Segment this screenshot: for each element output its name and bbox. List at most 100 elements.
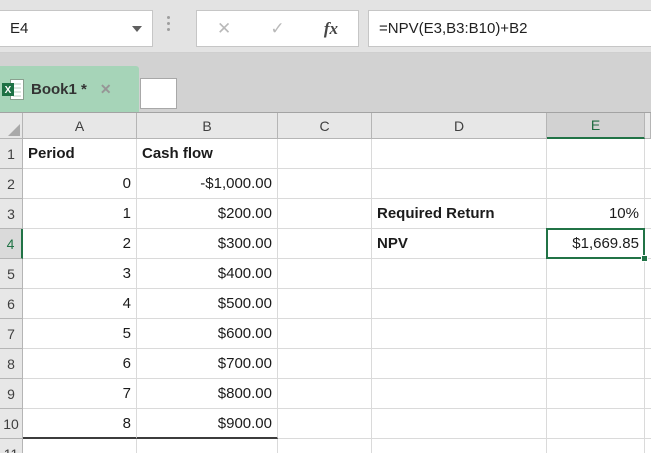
cell-A5[interactable]: 3: [23, 259, 137, 289]
cell-C8[interactable]: [278, 349, 372, 379]
cell-D4[interactable]: NPV: [372, 229, 547, 259]
cell-E7[interactable]: [547, 319, 645, 349]
new-tab-box[interactable]: [140, 78, 177, 109]
cell-B7[interactable]: $600.00: [137, 319, 278, 349]
cell-E1[interactable]: [547, 139, 645, 169]
formula-bar-row: E4 ✕ ✓ fx =NPV(E3,B3:B10)+B2: [0, 0, 651, 52]
cell-A3[interactable]: 1: [23, 199, 137, 229]
cell-A1[interactable]: Period: [23, 139, 137, 169]
active-cell-value: $1,669.85: [572, 235, 639, 252]
cell-D7[interactable]: [372, 319, 547, 349]
row-header-9[interactable]: 9: [0, 379, 23, 409]
cell-A2[interactable]: 0: [23, 169, 137, 199]
cell-A4[interactable]: 2: [23, 229, 137, 259]
cell-E8[interactable]: [547, 349, 645, 379]
workbook-tab[interactable]: X Book1 * ✕: [0, 66, 139, 113]
cell-F2[interactable]: [645, 169, 651, 199]
cell-B2[interactable]: -$1,000.00: [137, 169, 278, 199]
name-box[interactable]: E4: [0, 10, 153, 47]
cell-F10[interactable]: [645, 409, 651, 439]
cell-B3[interactable]: $200.00: [137, 199, 278, 229]
svg-text:X: X: [5, 85, 12, 96]
cell-C2[interactable]: [278, 169, 372, 199]
tab-close-icon[interactable]: ✕: [100, 81, 112, 98]
cell-A10[interactable]: 8: [23, 409, 137, 439]
row-header-6[interactable]: 6: [0, 289, 23, 319]
cell-C6[interactable]: [278, 289, 372, 319]
insert-function-icon[interactable]: fx: [324, 19, 338, 39]
cell-E4-active[interactable]: $1,669.85: [546, 228, 648, 262]
cell-F8[interactable]: [645, 349, 651, 379]
cell-C4[interactable]: [278, 229, 372, 259]
cell-B6[interactable]: $500.00: [137, 289, 278, 319]
cell-D10[interactable]: [372, 409, 547, 439]
row-header-8[interactable]: 8: [0, 349, 23, 379]
cell-E11[interactable]: [547, 439, 645, 453]
select-all-corner[interactable]: [0, 113, 23, 139]
cancel-icon[interactable]: ✕: [217, 19, 231, 39]
row-header-2[interactable]: 2: [0, 169, 23, 199]
row-header-7[interactable]: 7: [0, 319, 23, 349]
column-header-C[interactable]: C: [278, 113, 372, 139]
workbook-tab-title: Book1 *: [31, 81, 87, 98]
row-header-5[interactable]: 5: [0, 259, 23, 289]
cell-F3[interactable]: [645, 199, 651, 229]
cell-A9[interactable]: 7: [23, 379, 137, 409]
cell-E6[interactable]: [547, 289, 645, 319]
cell-B1[interactable]: Cash flow: [137, 139, 278, 169]
fill-handle[interactable]: [641, 255, 648, 262]
cell-B11[interactable]: [137, 439, 278, 453]
column-header-E[interactable]: E: [547, 113, 645, 139]
cell-E9[interactable]: [547, 379, 645, 409]
cell-B5[interactable]: $400.00: [137, 259, 278, 289]
cell-C9[interactable]: [278, 379, 372, 409]
cell-C11[interactable]: [278, 439, 372, 453]
cell-F9[interactable]: [645, 379, 651, 409]
cell-D6[interactable]: [372, 289, 547, 319]
cell-A8[interactable]: 6: [23, 349, 137, 379]
formula-input[interactable]: =NPV(E3,B3:B10)+B2: [368, 10, 651, 47]
excel-window: E4 ✕ ✓ fx =NPV(E3,B3:B10)+B2 X Book1 * ✕…: [0, 0, 651, 453]
formula-text: =NPV(E3,B3:B10)+B2: [379, 20, 528, 37]
cell-C1[interactable]: [278, 139, 372, 169]
cell-A6[interactable]: 4: [23, 289, 137, 319]
column-header-F-sliver[interactable]: [645, 113, 651, 139]
cell-E2[interactable]: [547, 169, 645, 199]
row-header-4[interactable]: 4: [0, 229, 23, 259]
cell-F7[interactable]: [645, 319, 651, 349]
cell-A11[interactable]: [23, 439, 137, 453]
cell-F1[interactable]: [645, 139, 651, 169]
row-header-1[interactable]: 1: [0, 139, 23, 169]
cell-D9[interactable]: [372, 379, 547, 409]
cell-B9[interactable]: $800.00: [137, 379, 278, 409]
cell-B8[interactable]: $700.00: [137, 349, 278, 379]
enter-icon[interactable]: ✓: [270, 19, 284, 39]
cell-B4[interactable]: $300.00: [137, 229, 278, 259]
cell-F11[interactable]: [645, 439, 651, 453]
row-header-3[interactable]: 3: [0, 199, 23, 229]
cell-D1[interactable]: [372, 139, 547, 169]
cell-E3[interactable]: 10%: [547, 199, 645, 229]
cell-E5[interactable]: [547, 259, 645, 289]
cell-C7[interactable]: [278, 319, 372, 349]
cell-A7[interactable]: 5: [23, 319, 137, 349]
cell-D11[interactable]: [372, 439, 547, 453]
cell-D5[interactable]: [372, 259, 547, 289]
column-header-D[interactable]: D: [372, 113, 547, 139]
name-box-dropdown-icon[interactable]: [132, 25, 142, 32]
cell-D3[interactable]: Required Return: [372, 199, 547, 229]
cell-E10[interactable]: [547, 409, 645, 439]
cell-C10[interactable]: [278, 409, 372, 439]
column-header-B[interactable]: B: [137, 113, 278, 139]
row-header-10[interactable]: 10: [0, 409, 23, 439]
cell-F6[interactable]: [645, 289, 651, 319]
cell-D8[interactable]: [372, 349, 547, 379]
cell-C3[interactable]: [278, 199, 372, 229]
cell-F5[interactable]: [645, 259, 651, 289]
column-header-A[interactable]: A: [23, 113, 137, 139]
tab-strip: X Book1 * ✕: [0, 52, 651, 113]
row-header-11[interactable]: 11: [0, 439, 23, 453]
cell-C5[interactable]: [278, 259, 372, 289]
cell-B10[interactable]: $900.00: [137, 409, 278, 439]
cell-D2[interactable]: [372, 169, 547, 199]
